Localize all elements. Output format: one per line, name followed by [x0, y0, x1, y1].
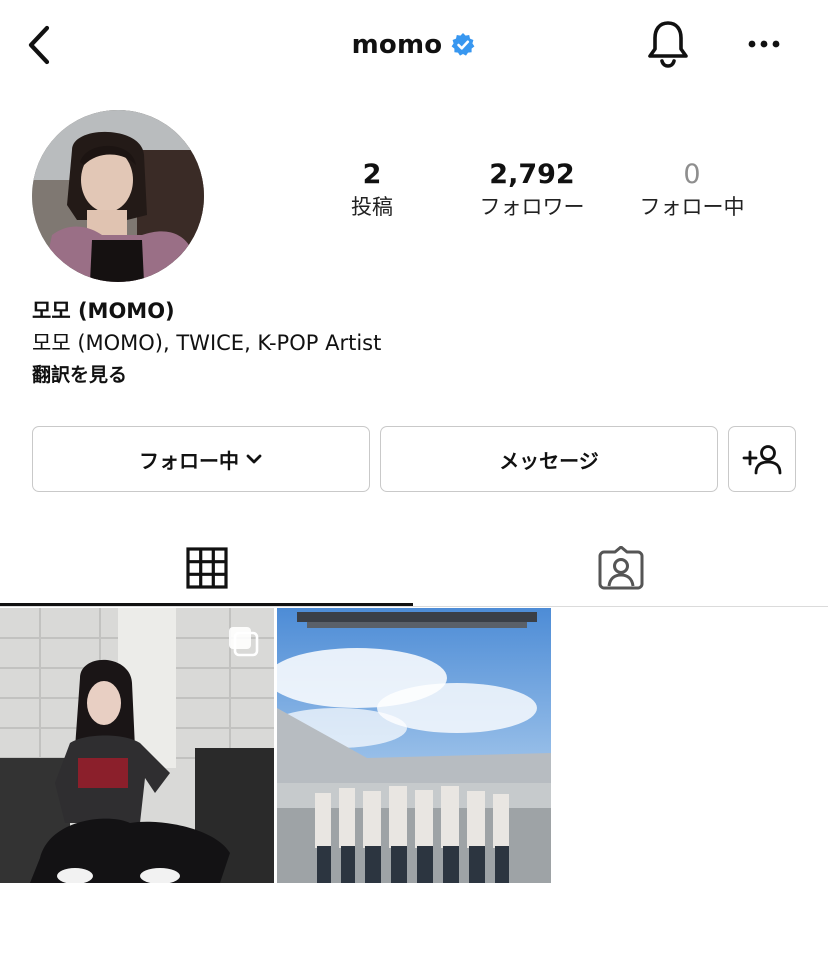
post-image	[277, 608, 551, 883]
back-button[interactable]	[22, 22, 56, 68]
header-title: momo	[0, 24, 828, 66]
posts-count: 2 投稿	[297, 158, 447, 222]
more-dots-icon	[748, 40, 780, 48]
suggested-users-button[interactable]	[728, 426, 796, 492]
add-user-icon	[742, 445, 782, 475]
profile-avatar[interactable]	[32, 110, 204, 282]
more-options-button[interactable]	[740, 24, 788, 64]
post-thumbnail[interactable]	[0, 608, 274, 883]
bell-icon	[648, 21, 688, 68]
grid-icon	[185, 547, 228, 589]
chevron-down-icon	[246, 454, 262, 464]
avatar-photo	[32, 110, 204, 282]
post-thumbnail[interactable]	[277, 608, 551, 883]
notifications-button[interactable]	[644, 18, 692, 70]
tab-divider	[0, 606, 828, 607]
followers-count-label: フォロワー	[479, 195, 585, 219]
following-count-label: フォロー中	[639, 195, 745, 219]
bio-display-name: 모모 (MOMO)	[32, 299, 175, 323]
tagged-person-icon	[598, 546, 643, 590]
followers-count[interactable]: 2,792 フォロワー	[457, 158, 607, 222]
username-title: momo	[351, 30, 443, 60]
tab-posts-grid[interactable]	[0, 530, 413, 606]
bio-text: 모모 (MOMO), TWICE, K-POP Artist	[32, 331, 382, 355]
message-button-label: メッセージ	[499, 448, 599, 473]
following-count-value: 0	[683, 159, 701, 190]
message-button[interactable]: メッセージ	[380, 426, 718, 492]
verified-badge-icon	[451, 33, 475, 56]
following-button[interactable]: フォロー中	[32, 426, 370, 492]
tab-tagged[interactable]	[413, 530, 828, 606]
posts-count-value: 2	[362, 159, 382, 190]
see-translation-link[interactable]: 翻訳を見る	[32, 360, 127, 390]
followers-count-value: 2,792	[489, 159, 575, 190]
following-count[interactable]: 0 フォロー中	[617, 158, 767, 222]
back-chevron-icon	[28, 25, 50, 65]
following-button-label: フォロー中	[139, 448, 239, 473]
multi-photo-icon	[229, 627, 259, 657]
posts-count-label: 投稿	[351, 195, 393, 219]
